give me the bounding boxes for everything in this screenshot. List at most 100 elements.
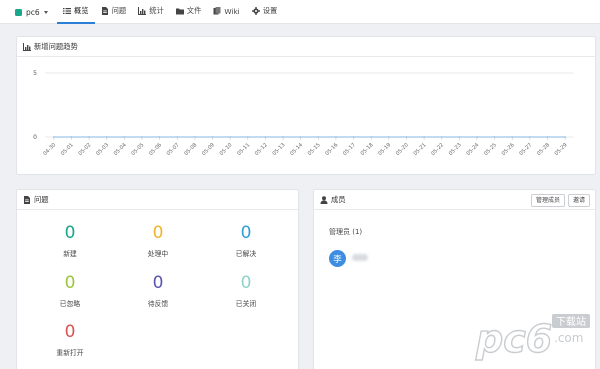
issue-stat-label: 已关闭: [235, 300, 257, 308]
issue-stat[interactable]: 0 重新打开: [25, 322, 115, 358]
issue-stat[interactable]: 0 已关闭: [201, 275, 291, 309]
data-point: [335, 136, 337, 138]
invite-button[interactable]: 邀请: [567, 194, 590, 207]
data-point: [317, 136, 320, 138]
trend-panel: 新增问题趋势 0 5 04-30 05-01 05-02 05-03 05-04 05-05 0…: [16, 36, 596, 175]
avatar[interactable]: 李: [329, 250, 346, 267]
tab-settings[interactable]: 设置: [246, 0, 284, 24]
x-tick-label: 05-18: [360, 142, 375, 157]
data-point: [70, 136, 73, 138]
x-tick-label: 05-26: [501, 142, 516, 157]
x-tick-label: 05-02: [78, 142, 93, 157]
user-icon: [320, 195, 328, 204]
issue-stat[interactable]: 0 已解决: [201, 223, 291, 259]
book-icon: [213, 7, 221, 15]
x-tick-label: 05-11: [236, 142, 251, 157]
admin-heading: 管理员 (1): [329, 228, 363, 236]
data-point: [141, 136, 143, 138]
x-tick-label: 05-24: [466, 142, 481, 157]
data-point: [264, 136, 267, 138]
x-tick-label: 05-09: [201, 142, 216, 157]
data-point: [529, 136, 531, 138]
list-icon: [63, 8, 71, 14]
issues-panel-header: 问题: [17, 190, 298, 210]
x-tick-label: 05-13: [272, 142, 287, 157]
data-point: [282, 136, 284, 138]
tab-wiki[interactable]: Wiki: [207, 0, 245, 24]
x-tick-label: 05-15: [307, 142, 322, 157]
issue-stat-count: 0: [152, 223, 164, 243]
x-tick-label: 05-16: [324, 142, 339, 157]
data-point: [105, 136, 108, 138]
tab-stats[interactable]: 统计: [132, 0, 170, 24]
issue-stat-count: 0: [64, 223, 76, 243]
issue-stat-count: 0: [152, 273, 164, 293]
issue-stat-label: 重新打开: [56, 349, 84, 357]
x-tick-label: 05-10: [219, 142, 234, 157]
data-point: [493, 136, 496, 138]
document-icon: [101, 7, 108, 15]
data-point: [564, 136, 567, 138]
project-color-icon: [15, 8, 22, 16]
x-tick-label: 05-23: [448, 142, 463, 157]
x-tick-label: 05-05: [130, 142, 145, 157]
tab-issues[interactable]: 问题: [95, 0, 133, 24]
tab-stats-label: 统计: [149, 6, 164, 15]
issue-stat-count: 0: [240, 223, 252, 243]
x-tick-label: 05-25: [483, 142, 498, 157]
data-point: [211, 136, 214, 138]
data-point: [546, 136, 549, 138]
x-tick-label: 05-07: [166, 142, 181, 157]
x-tick-label: 04-30: [42, 142, 57, 157]
issue-stat[interactable]: 0 处理中: [113, 223, 203, 259]
tab-overview[interactable]: 概览: [57, 0, 95, 24]
tab-files[interactable]: 文件: [170, 0, 208, 24]
data-point: [176, 136, 179, 138]
issue-stat[interactable]: 0 已忽略: [25, 275, 115, 309]
members-title: 成员: [331, 194, 346, 204]
data-point: [352, 136, 355, 138]
data-point: [88, 136, 90, 138]
data-point: [440, 136, 443, 138]
data-point: [423, 136, 426, 138]
tab-overview-label: 概览: [74, 6, 89, 15]
project-nav: 概览 问题 统计 文件 Wiki 设置: [57, 0, 283, 24]
project-name: pc6: [26, 7, 40, 17]
members-actions: 管理成员 邀请: [528, 194, 590, 207]
tab-files-label: 文件: [186, 6, 202, 15]
x-tick-label: 05-12: [254, 142, 269, 157]
issue-stat[interactable]: 0 新建: [25, 223, 115, 259]
issues-title: 问题: [34, 194, 49, 204]
y-tick-label: 5: [33, 70, 37, 77]
trend-panel-header: 新增问题趋势: [17, 37, 595, 57]
x-tick-label: 05-04: [113, 142, 128, 157]
issue-stat-label: 待反馈: [147, 300, 169, 308]
y-tick-label: 0: [33, 134, 37, 141]
tab-settings-label: 设置: [262, 6, 278, 15]
bar-chart-icon: [138, 7, 147, 15]
x-tick-label: 05-29: [554, 142, 569, 157]
data-point: [246, 136, 249, 138]
member-name-redacted: [352, 254, 368, 261]
issue-stat-count: 0: [64, 322, 76, 342]
x-tick-label: 05-08: [183, 142, 198, 157]
trend-chart: 0504-30 05-01 05-02 05-03 05-04 05-05 05-06 05-…: [33, 70, 574, 157]
data-point: [370, 136, 373, 138]
bar-chart-icon: [23, 42, 31, 51]
project-switcher[interactable]: pc6: [15, 6, 48, 18]
data-point: [458, 136, 461, 138]
issue-stat-label: 已忽略: [59, 300, 81, 308]
x-tick-label: 05-28: [536, 142, 551, 157]
issue-stat-label: 处理中: [147, 250, 169, 258]
x-tick-label: 05-20: [395, 142, 410, 157]
data-point: [229, 136, 232, 138]
x-tick-label: 05-06: [148, 142, 163, 157]
x-tick-label: 05-14: [289, 142, 304, 157]
data-point: [158, 136, 161, 138]
manage-members-button[interactable]: 管理成员: [530, 194, 565, 207]
gear-icon: [251, 7, 260, 15]
members-panel: 成员 管理成员 邀请 管理员 (1) 李: [313, 189, 596, 369]
x-tick-label: 05-03: [95, 142, 110, 157]
data-point: [299, 136, 302, 138]
issue-stat[interactable]: 0 待反馈: [113, 273, 203, 309]
